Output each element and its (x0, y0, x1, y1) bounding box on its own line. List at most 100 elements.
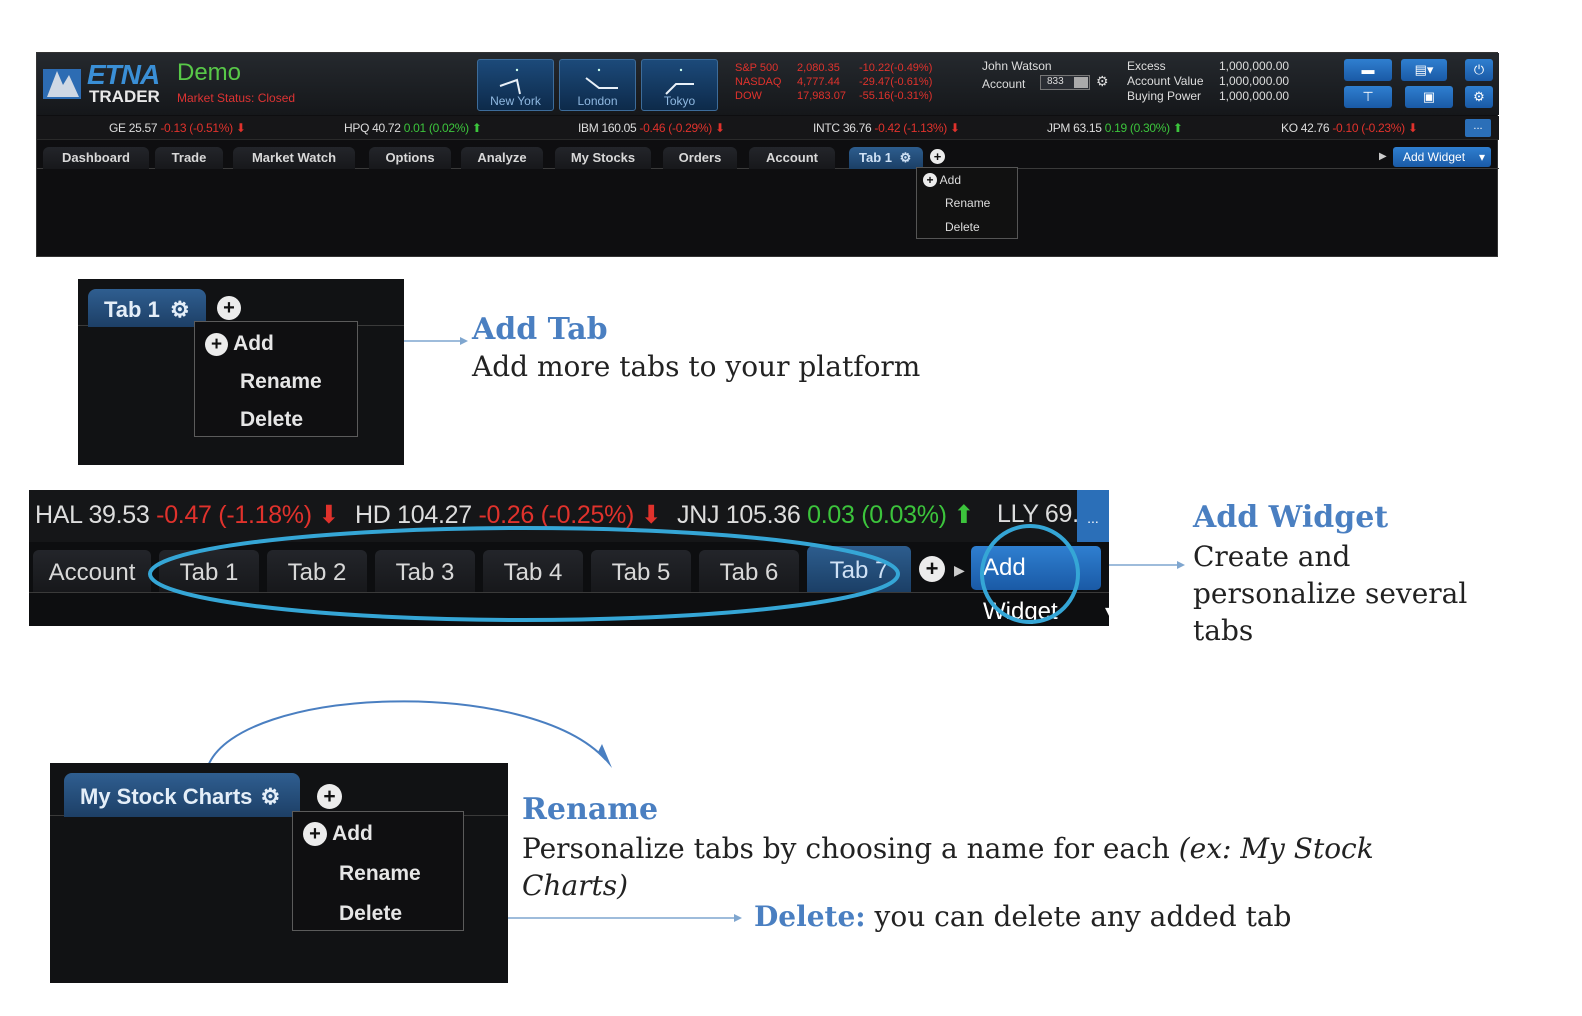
account-label: Account (982, 77, 1026, 91)
etna-logo-icon (43, 69, 81, 99)
plus-icon: + (303, 822, 327, 846)
gear-icon[interactable]: ⚙ (1096, 73, 1109, 90)
add-widget-description: Create and personalize several tabs (1193, 538, 1467, 649)
clock-new-york[interactable]: New York (477, 59, 554, 111)
menu-item-delete[interactable]: Delete (240, 408, 303, 432)
index-values: 2,080.35 4,777.44 17,983.07 (797, 62, 846, 102)
add-widget-button[interactable]: Add Widget ▾ (1393, 147, 1491, 167)
rename-description: Personalize tabs by choosing a name for … (522, 830, 1374, 904)
tab-context-menu: + Add Rename Delete (194, 321, 358, 437)
add-widget-heading: Add Widget (1193, 500, 1389, 535)
scroll-right-icon[interactable]: ▶ (1379, 151, 1387, 162)
pin-button[interactable]: ⊤ (1344, 86, 1392, 108)
save-icon: ▣ (1422, 89, 1436, 104)
tab-trade[interactable]: Trade (155, 147, 223, 169)
menu-item-rename[interactable]: Rename (240, 370, 322, 394)
arrow-up-icon: ⬆ (471, 121, 482, 135)
tab-orders[interactable]: Orders (663, 147, 737, 169)
menu-item-delete[interactable]: Delete (339, 902, 402, 926)
add-tab-icon[interactable]: + (930, 149, 945, 164)
ticker-item[interactable]: JPM 63.15 0.19 (0.30%) ⬆ (1047, 121, 1183, 135)
tab-1[interactable]: Tab 1 ⚙ (88, 289, 206, 327)
menu-item-rename[interactable]: Rename (917, 196, 1017, 210)
add-tab-icon[interactable]: + (317, 784, 342, 809)
power-button[interactable]: ⏻ (1465, 59, 1493, 81)
menu-item-delete[interactable]: Delete (917, 220, 1017, 234)
zoom-panel-rename: My Stock Charts ⚙ + + Add Rename Delete (50, 763, 508, 983)
add-widget-line: tabs (1193, 614, 1254, 647)
clock-london[interactable]: London (559, 59, 636, 111)
add-widget-line: personalize several (1193, 577, 1468, 610)
callout-arrow (1109, 561, 1185, 569)
tab-label: Tab 1 (104, 297, 160, 322)
tab-context-menu: + Add Rename Delete (916, 167, 1018, 239)
save-button[interactable]: ▣ (1405, 86, 1453, 108)
ticker-item[interactable]: GE 25.57 -0.13 (-0.51%) ⬇ (109, 121, 246, 135)
chat-button[interactable]: ▬ (1344, 59, 1392, 81)
account-select[interactable]: 833 (1040, 75, 1090, 90)
highlight-overlay (148, 524, 1080, 624)
tab-label: Tab 1 (859, 150, 892, 165)
market-status: Market Status: Closed (177, 91, 296, 105)
demo-label: Demo (177, 59, 242, 86)
callout-arrow (404, 337, 468, 345)
tab-row: Dashboard Trade Market Watch Options Ana… (37, 145, 1499, 169)
ticker-item[interactable]: IBM 160.05 -0.46 (-0.29%) ⬇ (578, 121, 725, 135)
delete-description: Delete: you can delete any added tab (754, 900, 1291, 933)
ticker-more-button[interactable]: ... (1465, 119, 1491, 137)
index-changes: -10.22(-0.49%) -29.47(-0.61%) -55.16(-0.… (859, 62, 933, 102)
tab-dashboard[interactable]: Dashboard (43, 147, 149, 169)
gear-icon[interactable]: ⚙ (261, 784, 281, 809)
account-value: 833 (1047, 76, 1064, 87)
pin-icon: ⊤ (1362, 89, 1374, 104)
ticker-item[interactable]: HPQ 40.72 0.01 (0.02%) ⬆ (344, 121, 482, 135)
tab-context-menu: + Add Rename Delete (292, 811, 464, 931)
add-tab-icon[interactable]: + (217, 296, 241, 320)
logo-text-trader: TRADER (89, 87, 160, 106)
gear-icon[interactable]: ⚙ (900, 150, 912, 165)
tab-market-watch[interactable]: Market Watch (233, 147, 355, 169)
top-bar: ETNA TRADER Demo Market Status: Closed N… (37, 53, 1499, 115)
tab-options[interactable]: Options (369, 147, 451, 169)
arrow-down-icon: ⬇ (235, 121, 246, 135)
menu-label: Add (939, 173, 962, 187)
chevron-down-icon (1074, 77, 1088, 88)
menu-label: Add (233, 332, 274, 355)
menu-item-add[interactable]: + Add (917, 173, 1017, 187)
menu-item-rename[interactable]: Rename (339, 862, 421, 886)
gear-icon[interactable]: ⚙ (170, 297, 190, 322)
user-name: John Watson (982, 59, 1052, 73)
clock-label: New York (490, 94, 541, 108)
tabs-highlight-ellipse (148, 526, 900, 622)
plus-icon: + (923, 173, 937, 187)
add-tab-description: Add more tabs to your platform (472, 350, 921, 383)
add-widget-highlight-circle (980, 524, 1080, 624)
menu-label: Add (332, 822, 373, 845)
curved-arrow (207, 700, 612, 768)
settings-button[interactable]: ⚙ (1465, 86, 1493, 108)
clock-label: London (577, 94, 618, 108)
tab-1[interactable]: Tab 1 ⚙ (849, 147, 923, 169)
delete-heading: Delete: (754, 900, 866, 933)
tab-analyze[interactable]: Analyze (461, 147, 543, 169)
ticker-row: GE 25.57 -0.13 (-0.51%) ⬇ HPQ 40.72 0.01… (37, 116, 1499, 140)
finance-values: 1,000,000.00 1,000,000.00 1,000,000.00 (1219, 59, 1290, 103)
ticker-item[interactable]: KO 42.76 -0.10 (-0.23%) ⬇ (1281, 121, 1418, 135)
clock-icon (585, 68, 618, 89)
menu-item-add[interactable]: + Add (303, 822, 373, 846)
clock-tokyo[interactable]: Tokyo (641, 59, 718, 111)
index-names: S&P 500 NASDAQ DOW (735, 62, 782, 102)
tab-my-stocks[interactable]: My Stocks (555, 147, 651, 169)
rename-heading: Rename (522, 792, 659, 827)
tab-my-stock-charts[interactable]: My Stock Charts ⚙ (64, 773, 300, 817)
gear-icon: ⚙ (1473, 89, 1485, 104)
ticker-item[interactable]: INTC 36.76 -0.42 (-1.13%) ⬇ (813, 121, 960, 135)
add-tab-heading: Add Tab (472, 312, 608, 347)
menu-item-add[interactable]: + Add (205, 332, 274, 356)
arrow-down-icon: ⬇ (714, 121, 725, 135)
language-button[interactable]: ▤▾ (1401, 59, 1447, 81)
clock-icon (499, 68, 521, 95)
tab-account[interactable]: Account (749, 147, 835, 169)
power-icon: ⏻ (1473, 62, 1485, 77)
arrow-down-icon: ⬇ (949, 121, 960, 135)
